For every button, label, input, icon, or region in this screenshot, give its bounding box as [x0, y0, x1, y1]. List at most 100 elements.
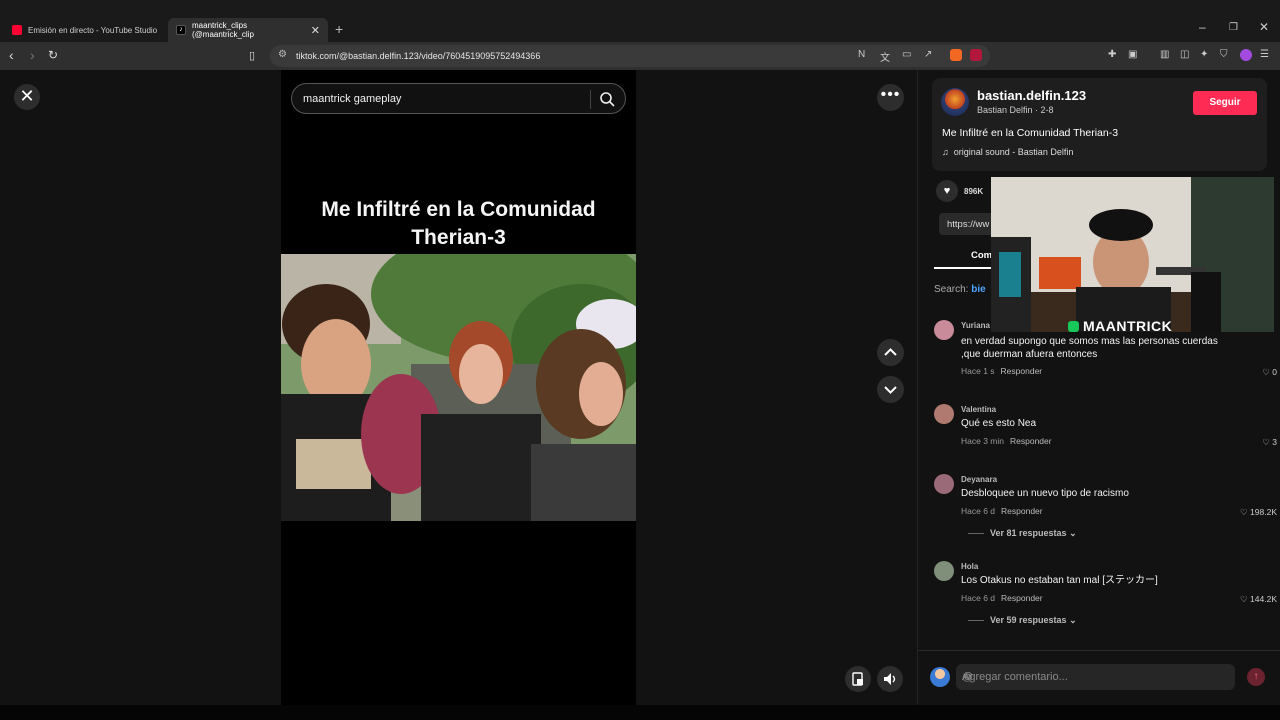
heart-icon[interactable]: ♥: [936, 180, 958, 202]
translate-icon[interactable]: 文: [880, 49, 890, 64]
tab-label: Emisión en directo - YouTube Studio: [28, 25, 158, 35]
streamer-brand-label: MAANTRICK: [1068, 318, 1172, 334]
commenter-name[interactable]: Valentina: [961, 405, 996, 414]
view-replies-button[interactable]: Ver 59 respuestas ⌄: [968, 615, 1077, 626]
brand-text: MAANTRICK: [1083, 318, 1173, 334]
new-tab-button[interactable]: +: [335, 21, 343, 37]
video-frame: [281, 254, 636, 521]
extensions-icon[interactable]: ✚: [1108, 49, 1116, 60]
music-note-icon: ♫: [942, 147, 949, 157]
follow-button[interactable]: Seguir: [1193, 91, 1257, 115]
copy-link-field[interactable]: https://ww: [939, 213, 999, 235]
author-subtitle: Bastian Delfin · 2-8: [977, 105, 1054, 115]
previous-video-button[interactable]: [877, 339, 904, 366]
comment-time: Hace 6 d: [961, 506, 996, 516]
comment-text: Desbloquee un nuevo tipo de racismo: [961, 488, 1129, 499]
heart-outline-icon: ♡: [1262, 437, 1270, 447]
comment-like[interactable]: ♡ 0: [1262, 367, 1277, 378]
volume-button[interactable]: [877, 666, 903, 692]
address-bar-row: ‹ › ↻ ▯ ⚙ tiktok.com/@bastian.delfin.123…: [0, 42, 1280, 70]
forward-icon[interactable]: ›: [30, 47, 35, 63]
commenter-avatar[interactable]: [934, 404, 954, 424]
taskbar: [0, 705, 1280, 720]
tab-comments[interactable]: Com: [971, 250, 992, 261]
video-description: Me Infiltré en la Comunidad Therian-3: [942, 127, 1119, 139]
chevron-down-icon: ⌄: [1069, 528, 1077, 538]
comment-input[interactable]: Agregar comentario... @ ☺: [956, 664, 1235, 690]
comment-text: Qué es esto Nea: [961, 418, 1037, 429]
emoji-icon[interactable]: ☺: [962, 671, 973, 683]
chevron-down-icon: ⌄: [1069, 615, 1077, 625]
site-info-icon[interactable]: ⚙: [278, 49, 287, 60]
comment-text: Los Otakus no estaban tan mal [ステッカー]: [961, 575, 1158, 586]
tab-search-icon[interactable]: ▣: [1128, 49, 1137, 60]
my-avatar: [930, 667, 950, 687]
profile-icon[interactable]: [1240, 49, 1252, 61]
brave-shield-icon[interactable]: [950, 49, 962, 61]
commenter-name[interactable]: Yuriana: [961, 321, 990, 330]
chevron-down-icon: [884, 386, 897, 394]
comment-like[interactable]: ♡ 144.2K: [1240, 594, 1277, 605]
reply-button[interactable]: Responder: [1001, 366, 1043, 376]
view-replies-label: Ver 59 respuestas: [990, 615, 1067, 625]
comment-time: Hace 6 d: [961, 593, 996, 603]
menu-icon[interactable]: ☰: [1260, 49, 1269, 60]
sidebar-icon[interactable]: ▥: [1160, 49, 1169, 60]
sound-link[interactable]: ♫ original sound - Bastian Delfin: [942, 147, 1073, 157]
replies-dash: [968, 620, 984, 622]
restore-icon[interactable]: ❐: [1229, 22, 1238, 33]
send-comment-button[interactable]: ↑: [1247, 668, 1265, 686]
like-row: ♥ 896K: [936, 180, 983, 202]
video-player[interactable]: maantrick gameplay Me Infiltré en la Com…: [281, 70, 636, 705]
share-icon[interactable]: ↗: [924, 49, 932, 60]
related-search-term[interactable]: bie: [971, 284, 985, 295]
search-bar[interactable]: maantrick gameplay: [291, 83, 626, 114]
view-replies-label: Ver 81 respuestas: [990, 528, 1067, 538]
commenter-avatar[interactable]: [934, 320, 954, 340]
no-tracking-icon[interactable]: N: [858, 49, 865, 60]
bookmark-icon[interactable]: ▯: [249, 49, 255, 62]
comment-like[interactable]: ♡ 198.2K: [1240, 507, 1277, 518]
rewards-icon[interactable]: [970, 49, 982, 61]
search-input[interactable]: maantrick gameplay: [303, 93, 401, 105]
more-options-button[interactable]: •••: [877, 84, 904, 111]
heart-outline-icon: ♡: [1262, 367, 1270, 377]
related-search[interactable]: Search: bie: [934, 284, 986, 295]
reload-icon[interactable]: ↻: [48, 48, 58, 62]
pip-button[interactable]: [845, 666, 871, 692]
comment-text: en verdad supongo que somos mas las pers…: [961, 336, 1218, 360]
wallet-icon[interactable]: ◫: [1180, 49, 1189, 60]
comment-meta: Hace 6 d Responder: [961, 593, 1043, 603]
tab-tiktok[interactable]: ♪ maantrick_clips (@maantrick_clip ✕: [168, 18, 328, 42]
tiktok-icon: ♪: [176, 25, 186, 35]
minimize-icon[interactable]: –: [1199, 20, 1206, 34]
search-icon[interactable]: [599, 91, 615, 107]
comment-like[interactable]: ♡ 3: [1262, 437, 1277, 448]
cast-icon[interactable]: ▭: [902, 49, 911, 60]
author-username[interactable]: bastian.delfin.123: [977, 88, 1086, 103]
close-tab-icon[interactable]: ✕: [311, 24, 320, 37]
commenter-avatar[interactable]: [934, 561, 954, 581]
close-video-button[interactable]: ✕: [14, 84, 40, 110]
comment-time: Hace 1 s: [961, 366, 995, 376]
commenter-name[interactable]: Hola: [961, 562, 978, 571]
browser-tab-bar: Emisión en directo - YouTube Studio ♪ ma…: [0, 0, 1280, 42]
close-window-icon[interactable]: ✕: [1259, 20, 1269, 34]
comment-placeholder: Agregar comentario...: [962, 671, 1068, 683]
commenter-avatar[interactable]: [934, 474, 954, 494]
comment-like-count: 198.2K: [1250, 507, 1277, 517]
next-video-button[interactable]: [877, 376, 904, 403]
leo-ai-icon[interactable]: ✦: [1200, 49, 1208, 60]
reply-button[interactable]: Responder: [1001, 506, 1043, 516]
reply-button[interactable]: Responder: [1010, 436, 1052, 446]
author-avatar[interactable]: [941, 88, 969, 116]
vpn-icon[interactable]: ⛉: [1220, 49, 1228, 60]
tab-youtube-studio[interactable]: Emisión en directo - YouTube Studio: [4, 18, 166, 42]
reply-button[interactable]: Responder: [1001, 593, 1043, 603]
view-replies-button[interactable]: Ver 81 respuestas ⌄: [968, 528, 1077, 539]
like-count: 896K: [964, 186, 984, 196]
comment-composer: Agregar comentario... @ ☺ ↑: [918, 650, 1280, 705]
back-icon[interactable]: ‹: [9, 47, 14, 63]
comment-like-count: 0: [1272, 367, 1277, 377]
commenter-name[interactable]: Deyanara: [961, 475, 997, 484]
